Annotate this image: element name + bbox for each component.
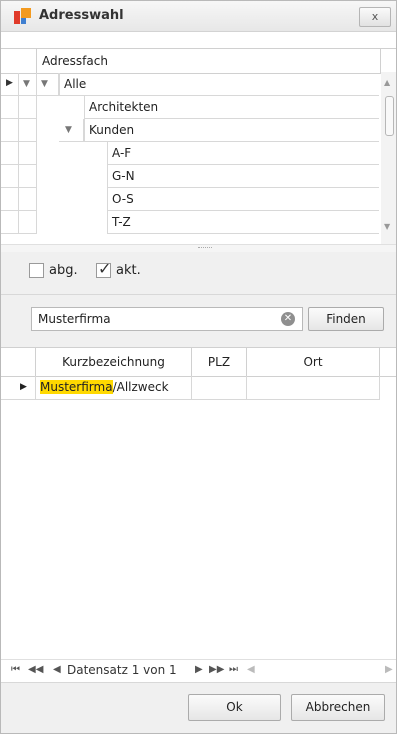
row-indicator-icon: ▶ bbox=[20, 382, 27, 392]
close-button[interactable]: x bbox=[359, 7, 391, 27]
row-indicator-icon: ▶ bbox=[6, 78, 13, 88]
scroll-left-icon[interactable]: ◀ bbox=[247, 664, 255, 675]
tree-row-architekten[interactable]: Architekten bbox=[1, 96, 379, 119]
tree-item-label: Kunden bbox=[89, 123, 135, 137]
tree-scrollbar[interactable]: ▲ ▼ bbox=[381, 72, 396, 244]
clear-icon[interactable]: ✕ bbox=[281, 312, 295, 326]
column-plz[interactable]: PLZ bbox=[192, 348, 247, 376]
column-kurzbezeichnung[interactable]: Kurzbezeichnung bbox=[36, 348, 192, 376]
scroll-up-icon[interactable]: ▲ bbox=[384, 78, 390, 87]
akt-label: akt. bbox=[116, 263, 141, 278]
tree-item-label: Alle bbox=[64, 77, 87, 91]
prev-record-icon[interactable]: ◀ bbox=[53, 664, 61, 675]
abg-label: abg. bbox=[49, 263, 78, 278]
results-header: Kurzbezeichnung PLZ Ort bbox=[1, 347, 396, 377]
address-dialog: Adresswahl x Adressfach ▶ ▼ Alle ▼ Archi… bbox=[0, 0, 397, 734]
search-input[interactable]: Musterfirma ✕ bbox=[31, 307, 303, 331]
tree-row-alle[interactable]: ▶ ▼ Alle ▼ bbox=[1, 73, 379, 96]
column-ort[interactable]: Ort bbox=[247, 348, 380, 376]
akt-checkbox[interactable]: ✓ bbox=[96, 259, 111, 278]
dialog-footer: Ok Abbrechen bbox=[1, 682, 396, 733]
tree-item-label: A-F bbox=[112, 146, 132, 160]
record-navigator: ⏮ ◀◀ ◀ Datensatz 1 von 1 ▶ ▶▶ ⏭ ◀ ▶ bbox=[1, 659, 396, 682]
results-grid: Kurzbezeichnung PLZ Ort ▶ Musterfirma/Al… bbox=[1, 347, 396, 659]
tree-row-g-n[interactable]: G-N bbox=[1, 165, 379, 188]
prev-page-icon[interactable]: ◀◀ bbox=[28, 664, 43, 675]
table-row[interactable]: ▶ Musterfirma/Allzweck bbox=[1, 376, 380, 400]
cancel-button[interactable]: Abbrechen bbox=[291, 694, 385, 721]
checkmark-icon: ✓ bbox=[98, 259, 112, 278]
tree-row-o-s[interactable]: O-S bbox=[1, 188, 379, 211]
tree-header: Adressfach bbox=[1, 48, 396, 74]
window-title: Adresswahl bbox=[39, 8, 124, 23]
tree-item-label: O-S bbox=[112, 192, 134, 206]
scroll-down-icon[interactable]: ▼ bbox=[384, 222, 390, 231]
folder-tree: Adressfach ▶ ▼ Alle ▼ Architekten ▼ Kund… bbox=[1, 48, 396, 244]
tree-item-label: Architekten bbox=[89, 100, 159, 114]
tree-row-kunden[interactable]: ▼ Kunden bbox=[1, 119, 379, 142]
filter-panel: abg. ✓ akt. bbox=[1, 252, 396, 295]
next-record-icon[interactable]: ▶ bbox=[195, 664, 203, 675]
abg-checkbox[interactable] bbox=[29, 263, 44, 278]
tree-row-t-z[interactable]: T-Z bbox=[1, 211, 379, 234]
scroll-right-icon[interactable]: ▶ bbox=[385, 664, 393, 675]
search-match-highlight: Musterfirma bbox=[40, 380, 113, 394]
search-panel: Musterfirma ✕ Finden bbox=[1, 295, 396, 347]
tree-item-label: T-Z bbox=[112, 215, 131, 229]
title-bar: Adresswahl x bbox=[1, 1, 396, 32]
search-value: Musterfirma bbox=[38, 312, 111, 326]
next-page-icon[interactable]: ▶▶ bbox=[209, 664, 224, 675]
collapse-icon[interactable]: ▼ bbox=[65, 125, 72, 135]
ok-button[interactable]: Ok bbox=[188, 694, 281, 721]
tree-column-header[interactable]: Adressfach bbox=[42, 54, 108, 68]
scroll-thumb[interactable] bbox=[385, 96, 394, 136]
record-counter: Datensatz 1 von 1 bbox=[67, 663, 177, 677]
collapse-icon[interactable]: ▼ bbox=[41, 79, 48, 89]
find-button[interactable]: Finden bbox=[308, 307, 384, 331]
cell-plz bbox=[192, 376, 247, 400]
result-name-rest: /Allzweck bbox=[112, 380, 169, 394]
first-record-icon[interactable]: ⏮ bbox=[11, 664, 20, 675]
collapse-icon[interactable]: ▼ bbox=[23, 79, 30, 89]
app-logo-icon bbox=[14, 8, 32, 24]
tree-row-a-f[interactable]: A-F bbox=[1, 142, 379, 165]
cell-ort bbox=[247, 376, 380, 400]
tree-item-label: G-N bbox=[112, 169, 135, 183]
last-record-icon[interactable]: ⏭ bbox=[229, 664, 238, 675]
